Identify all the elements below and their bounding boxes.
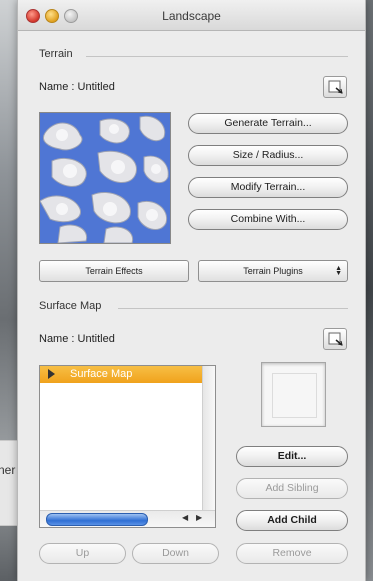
preview-inner-frame bbox=[272, 373, 317, 418]
generate-terrain-button[interactable]: Generate Terrain... bbox=[188, 113, 348, 134]
disclosure-triangle-icon[interactable] bbox=[48, 369, 55, 379]
scroll-left-arrow-icon[interactable]: ◀ bbox=[182, 513, 188, 522]
edit-button[interactable]: Edit... bbox=[236, 446, 348, 467]
terrain-browse-button[interactable] bbox=[323, 76, 347, 98]
document-icon bbox=[328, 80, 343, 94]
title-bar[interactable]: Landscape bbox=[18, 0, 365, 31]
window-title: Landscape bbox=[162, 9, 221, 23]
terrain-preview-image bbox=[39, 112, 171, 244]
list-item-label: Surface Map bbox=[70, 368, 133, 380]
surface-map-section-label: Surface Map bbox=[39, 300, 102, 312]
modify-terrain-button[interactable]: Modify Terrain... bbox=[188, 177, 348, 198]
horizontal-scroll-thumb[interactable] bbox=[46, 513, 148, 526]
popup-arrows-icon: ▲ ▼ bbox=[335, 265, 342, 277]
terrain-separator bbox=[86, 56, 348, 57]
terrain-name-label: Name : Untitled bbox=[39, 81, 115, 93]
scroll-right-arrow-icon[interactable]: ▶ bbox=[196, 513, 202, 522]
terrain-section-label: Terrain bbox=[39, 48, 73, 60]
surface-map-name-label: Name : Untitled bbox=[39, 333, 115, 345]
list-item[interactable]: Surface Map bbox=[40, 366, 215, 383]
up-button[interactable]: Up bbox=[39, 543, 126, 564]
add-child-button[interactable]: Add Child bbox=[236, 510, 348, 531]
combine-with-button[interactable]: Combine With... bbox=[188, 209, 348, 230]
terrain-plugins-label: Terrain Plugins bbox=[243, 266, 303, 276]
landscape-window: Landscape Terrain Name : Untitled Genera… bbox=[17, 0, 366, 581]
document-icon bbox=[328, 332, 343, 346]
down-button[interactable]: Down bbox=[132, 543, 219, 564]
remove-button[interactable]: Remove bbox=[236, 543, 348, 564]
size-radius-button[interactable]: Size / Radius... bbox=[188, 145, 348, 166]
add-sibling-button[interactable]: Add Sibling bbox=[236, 478, 348, 499]
surface-map-separator bbox=[118, 308, 348, 309]
terrain-plugins-popup[interactable]: Terrain Plugins ▲ ▼ bbox=[198, 260, 348, 282]
vertical-scrollbar[interactable] bbox=[202, 366, 215, 512]
horizontal-scrollbar[interactable]: ◀ ▶ bbox=[40, 510, 215, 527]
surface-map-browse-button[interactable] bbox=[323, 328, 347, 350]
background-window-label: ner bbox=[0, 463, 16, 477]
surface-map-layer-list[interactable]: Surface Map ◀ ▶ bbox=[39, 365, 216, 528]
surface-map-preview-well bbox=[261, 362, 326, 427]
terrain-effects-button[interactable]: Terrain Effects bbox=[39, 260, 189, 282]
